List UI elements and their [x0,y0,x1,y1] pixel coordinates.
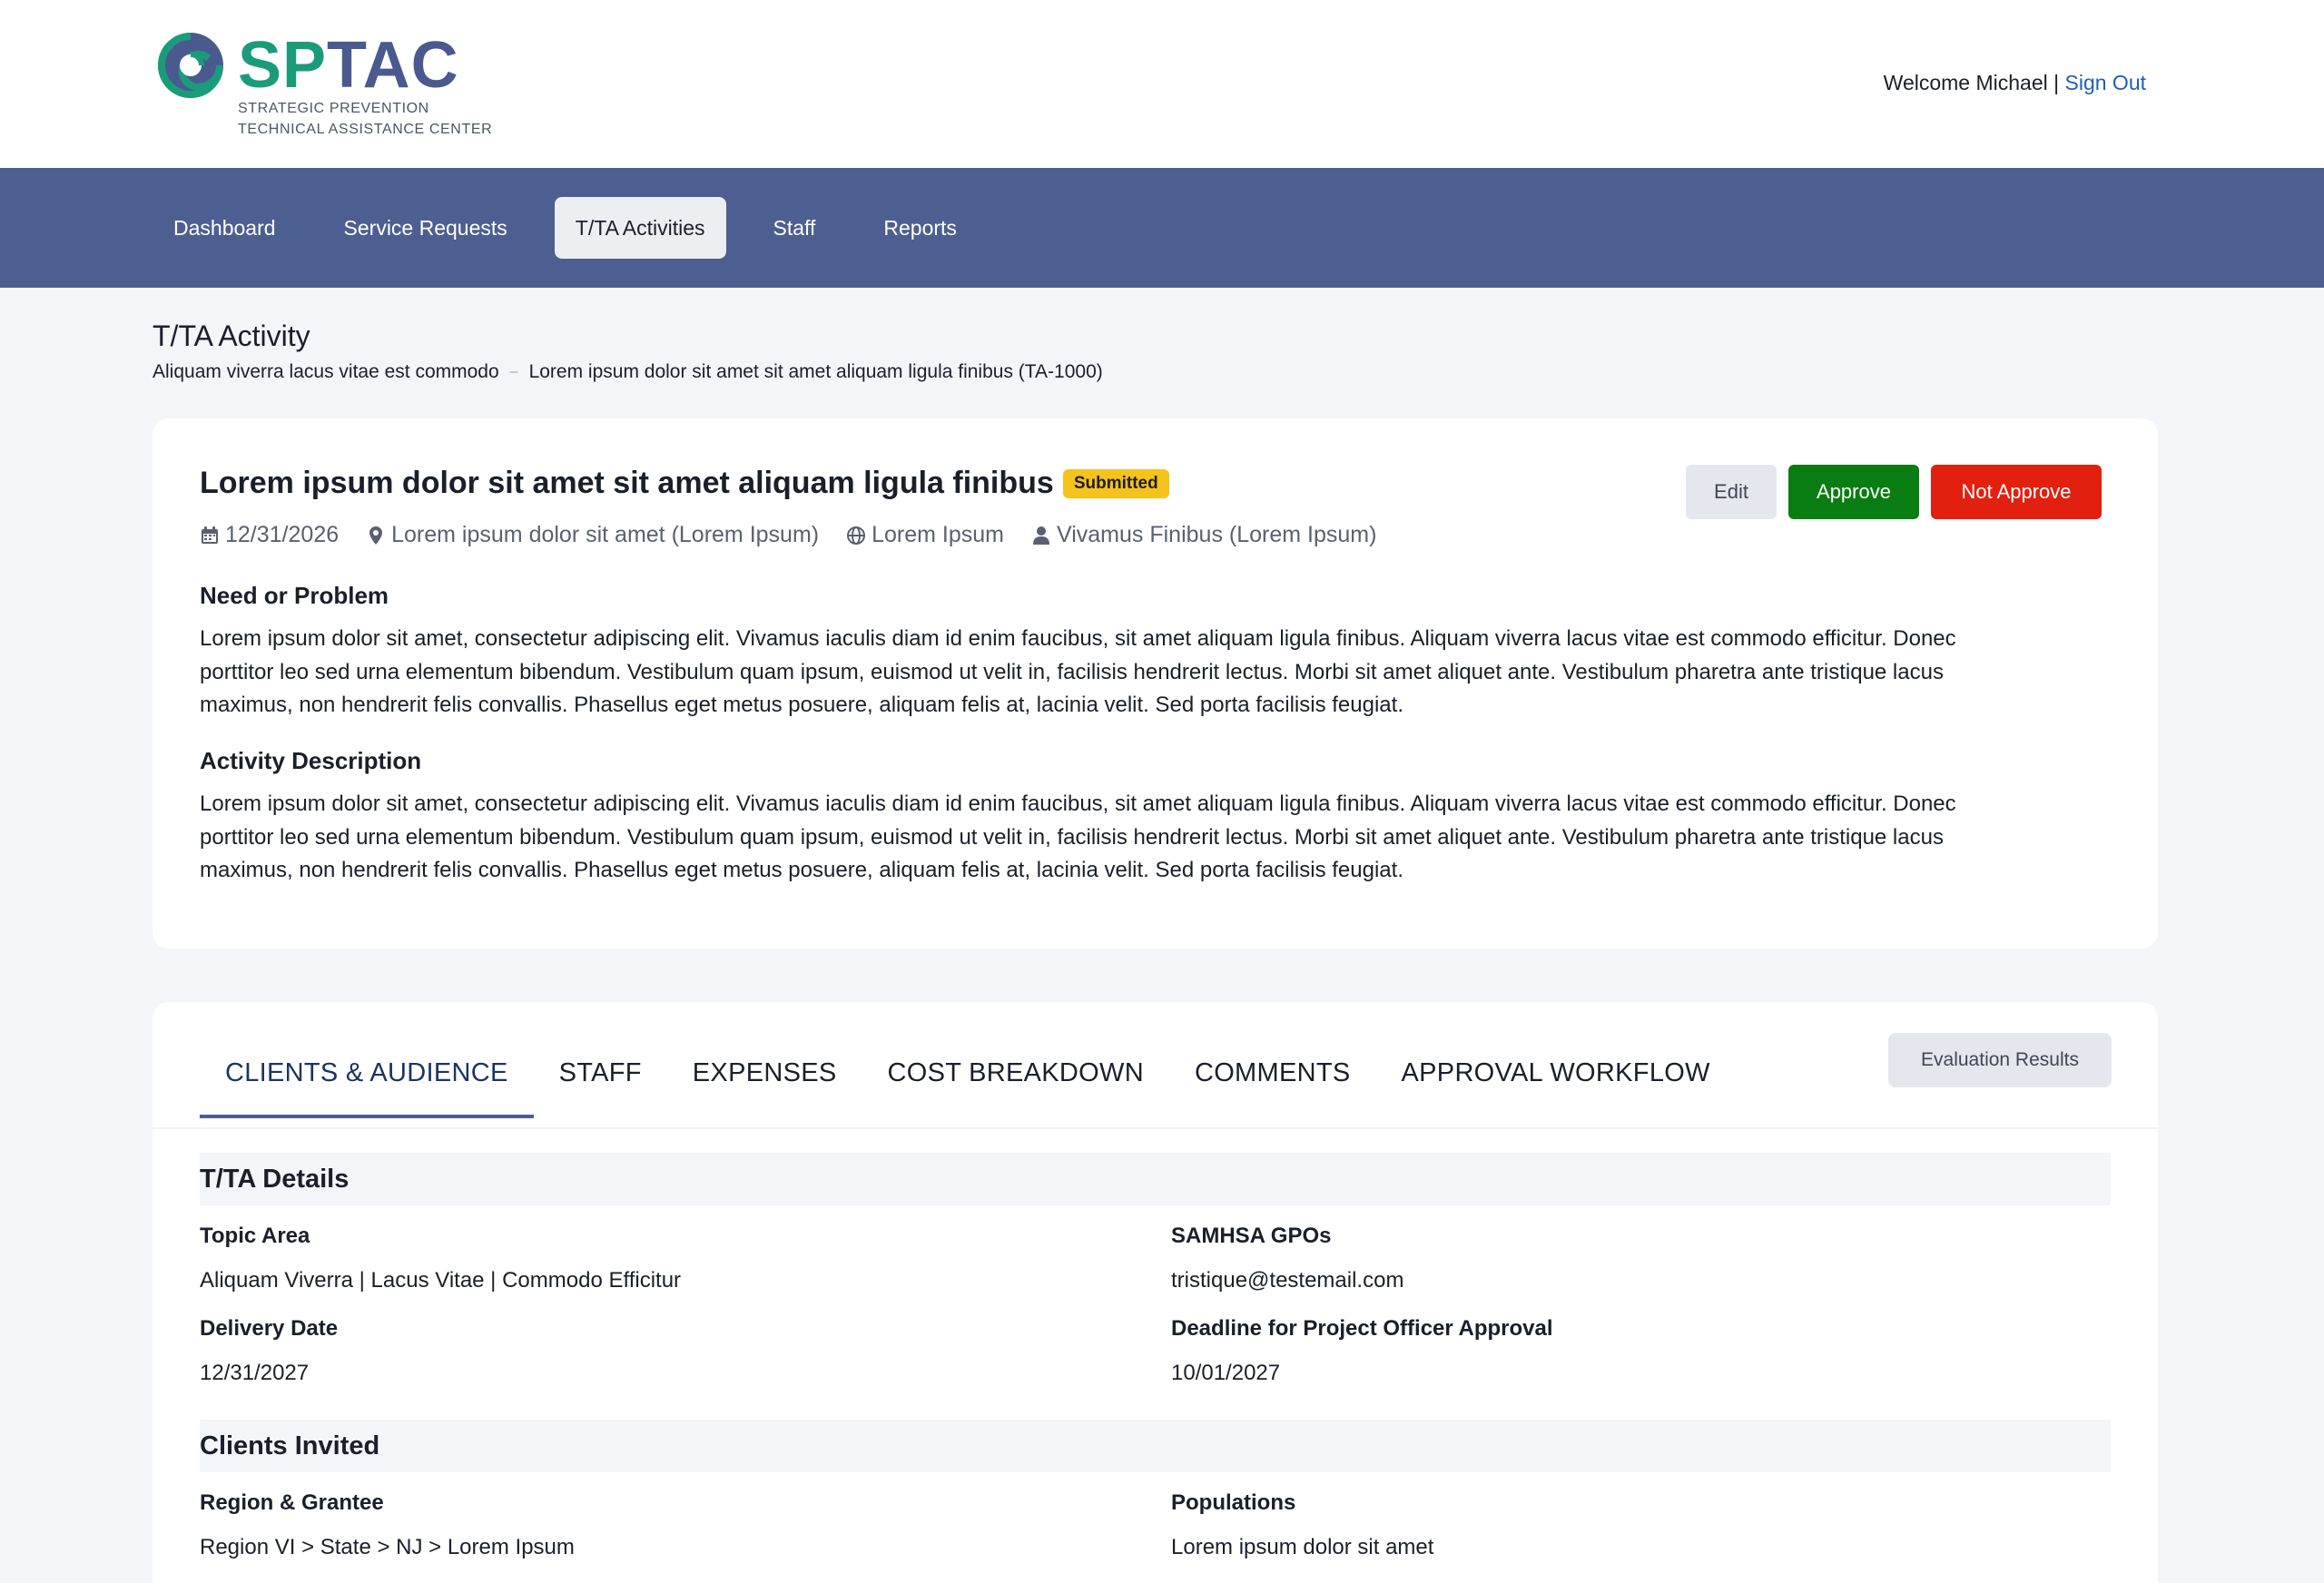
nav-service-requests[interactable]: Service Requests [323,197,528,259]
tab-approval-workflow[interactable]: APPROVAL WORKFLOW [1376,1049,1736,1118]
clients-invited-heading: Clients Invited [200,1420,2111,1472]
activity-details-card: CLIENTS & AUDIENCE STAFF EXPENSES COST B… [153,1002,2158,1583]
activity-summary-card: Lorem ipsum dolor sit amet sit amet aliq… [153,418,2158,949]
logo-wordmark: SPTAC [238,29,459,102]
tab-comments[interactable]: COMMENTS [1169,1049,1376,1118]
logo-subtitle-2: TECHNICAL ASSISTANCE CENTER [238,122,493,137]
region-grantee-value: Region VI > State > NJ > Lorem Ipsum [200,1535,575,1559]
region-grantee-label: Region & Grantee [200,1490,384,1515]
evaluation-results-button[interactable]: Evaluation Results [1888,1033,2112,1087]
activity-title: Lorem ipsum dolor sit amet sit amet aliq… [200,466,1169,501]
description-text: Lorem ipsum dolor sit amet, consectetur … [200,792,1956,882]
populations-label: Populations [1171,1490,1296,1515]
map-pin-icon [369,526,383,545]
samhsa-gpos-value: tristique@testemail.com [1171,1268,1404,1293]
meta-person: Vivamus Finibus (Lorem Ipsum) [1031,522,1376,548]
user-icon [1033,526,1049,545]
tab-staff[interactable]: STAFF [534,1049,667,1118]
need-heading: Need or Problem [200,582,389,609]
tab-clients-audience[interactable]: CLIENTS & AUDIENCE [200,1049,534,1118]
detail-tabs: CLIENTS & AUDIENCE STAFF EXPENSES COST B… [200,1049,1736,1118]
deadline-label: Deadline for Project Officer Approval [1171,1316,1553,1341]
main-nav: Dashboard Service Requests T/TA Activiti… [0,168,2324,288]
populations-value: Lorem ipsum dolor sit amet [1171,1535,1434,1559]
tab-divider [153,1127,2158,1129]
sign-out-link[interactable]: Sign Out [2065,71,2147,94]
breadcrumb: Aliquam viverra lacus vitae est commodo … [153,361,1103,383]
meta-date: 12/31/2026 [200,522,339,548]
tab-expenses[interactable]: EXPENSES [667,1049,862,1118]
deadline-value: 10/01/2027 [1171,1361,1281,1385]
nav-tta-activities[interactable]: T/TA Activities [554,197,726,259]
approve-button[interactable]: Approve [1788,465,1919,519]
calendar-icon [202,526,218,544]
nav-dashboard[interactable]: Dashboard [153,197,297,259]
swirl-logo-icon [158,33,223,98]
welcome-text: Welcome Michael | Sign Out [1883,71,2147,94]
tta-details-heading: T/TA Details [200,1153,2111,1205]
meta-language: Lorem Ipsum [846,522,1004,548]
meta-location: Lorem ipsum dolor sit amet (Lorem Ipsum) [366,522,819,548]
nav-staff[interactable]: Staff [753,197,837,259]
topic-area-label: Topic Area [200,1224,310,1248]
breadcrumb-separator: – [509,364,518,379]
nav-reports[interactable]: Reports [862,197,978,259]
need-text: Lorem ipsum dolor sit amet, consectetur … [200,626,1956,717]
samhsa-gpos-label: SAMHSA GPOs [1171,1224,1332,1248]
globe-icon [847,526,866,545]
delivery-date-value: 12/31/2027 [200,1361,310,1385]
sptac-logo[interactable]: SPTAC STRATEGIC PREVENTION TECHNICAL ASS… [156,31,492,140]
activity-meta: 12/31/2026 Lorem ipsum dolor sit amet (L… [200,522,1403,548]
page-title: T/TA Activity [153,320,310,352]
breadcrumb-item-current: Lorem ipsum dolor sit amet sit amet aliq… [528,361,1103,382]
not-approve-button[interactable]: Not Approve [1931,465,2102,519]
delivery-date-label: Delivery Date [200,1316,339,1341]
tab-cost-breakdown[interactable]: COST BREAKDOWN [862,1049,1169,1118]
top-header: SPTAC STRATEGIC PREVENTION TECHNICAL ASS… [0,0,2324,168]
topic-area-value: Aliquam Viverra | Lacus Vitae | Commodo … [200,1268,682,1293]
edit-button[interactable]: Edit [1686,465,1777,519]
breadcrumb-item-parent[interactable]: Aliquam viverra lacus vitae est commodo [153,361,499,383]
description-heading: Activity Description [200,747,422,774]
activity-actions: Edit Approve Not Approve [1674,465,2102,519]
status-badge: Submitted [1062,468,1169,498]
